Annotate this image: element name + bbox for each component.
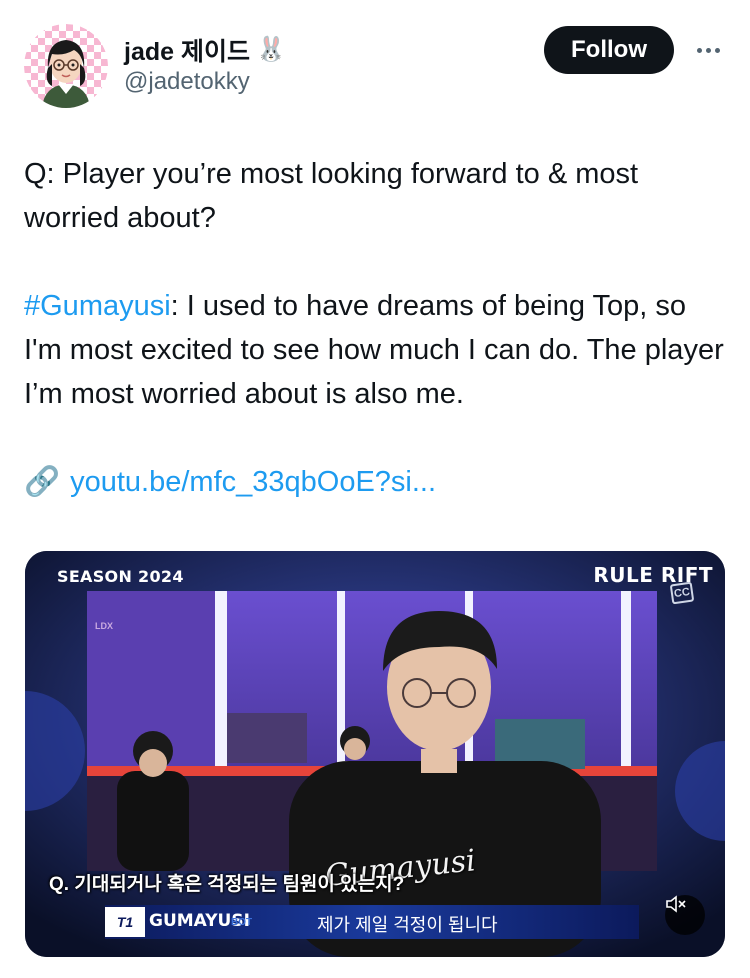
ldx-logo: LDX: [95, 621, 113, 631]
tweet-answer: #Gumayusi: I used to have dreams of bein…: [24, 284, 724, 416]
author-name-row[interactable]: jade 제이드 🐰: [124, 32, 286, 68]
season-label: SEASON 2024: [57, 567, 184, 586]
tweet-question: Q: Player you’re most looking forward to…: [24, 158, 639, 234]
closed-captions-icon[interactable]: CC: [669, 581, 695, 605]
dot: [705, 47, 711, 53]
volume-muted-icon[interactable]: [665, 895, 705, 935]
more-options-icon[interactable]: [690, 36, 726, 64]
avatar[interactable]: [24, 24, 108, 108]
link-row[interactable]: 🔗 youtu.be/mfc_33qbOoE?si...: [24, 460, 724, 504]
link-icon: 🔗: [24, 466, 61, 498]
dot: [696, 47, 702, 53]
avatar-illustration-icon: [24, 24, 108, 108]
youtube-link[interactable]: youtu.be/mfc_33qbOoE?si...: [70, 460, 436, 504]
t1-logo-icon: T1: [105, 907, 145, 937]
hashtag-link[interactable]: #Gumayusi: [24, 290, 171, 322]
rabbit-emoji-icon: 🐰: [255, 36, 286, 63]
follow-button[interactable]: Follow: [544, 26, 674, 74]
player-role: BOT: [231, 917, 253, 928]
speaker-mute-glyph: [666, 895, 686, 913]
rule-rift-logo: RULE RIFT: [593, 563, 713, 587]
question-caption: Q. 기대되거나 혹은 걱정되는 팀원이 있는지?: [49, 874, 405, 895]
video-frame: [25, 551, 725, 957]
video-player[interactable]: SEASON 2024 RULE RIFT CC LDX Gumayusi Q.…: [25, 551, 725, 957]
player-name-bar: T1 GUMAYUSI BOT 제가 제일 걱정이 됩니다: [105, 905, 639, 939]
video-subtitle: 제가 제일 걱정이 됩니다: [317, 915, 498, 935]
author-handle[interactable]: @jadetokky: [124, 68, 250, 96]
display-name[interactable]: jade 제이드: [124, 32, 250, 68]
dot: [714, 47, 720, 53]
tweet-text: Q: Player you’re most looking forward to…: [24, 152, 724, 504]
